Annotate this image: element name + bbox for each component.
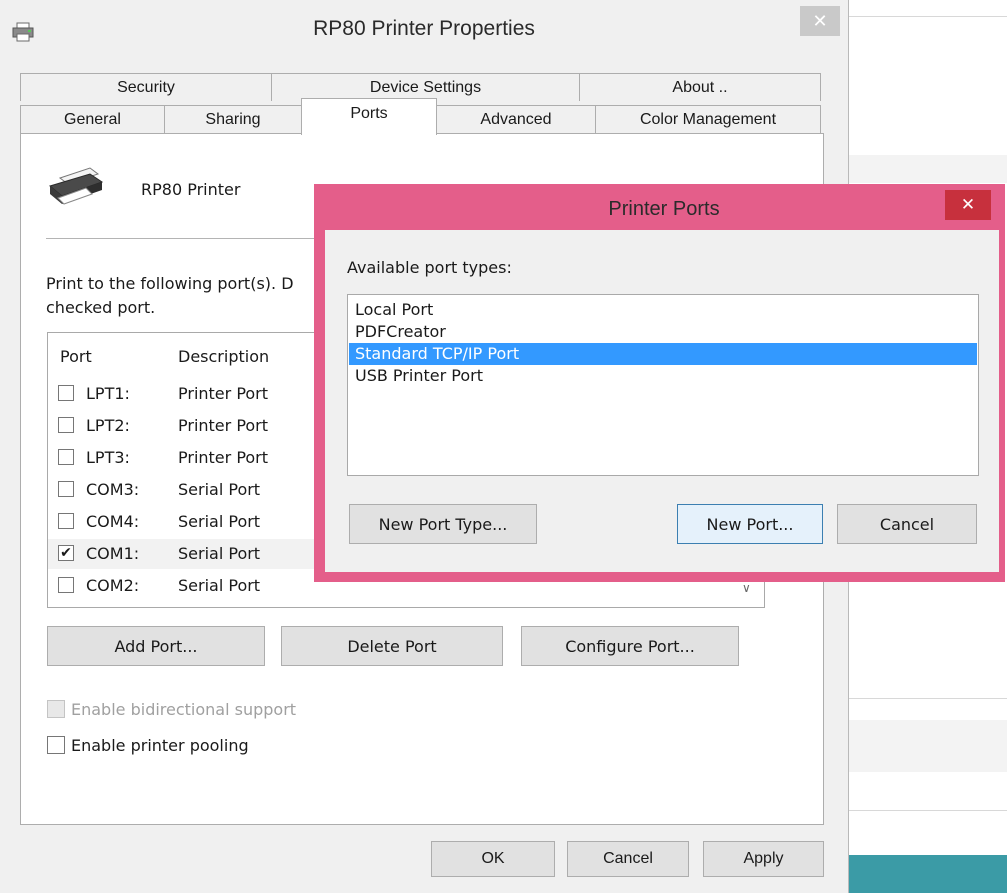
tab-color-management[interactable]: Color Management — [595, 105, 821, 133]
port-checkbox[interactable] — [58, 385, 74, 401]
pooling-checkbox[interactable] — [47, 736, 65, 754]
tab-device-settings[interactable]: Device Settings — [271, 73, 580, 101]
divider — [848, 16, 1007, 17]
column-header-description[interactable]: Description — [178, 347, 269, 366]
tab-sharing[interactable]: Sharing — [164, 105, 302, 133]
tab-general[interactable]: General — [20, 105, 165, 133]
printer-pooling-option[interactable]: Enable printer pooling — [47, 736, 249, 755]
port-description: Serial Port — [178, 480, 261, 499]
port-name: COM4: — [86, 512, 140, 531]
bidirectional-checkbox[interactable] — [47, 700, 65, 718]
port-name: COM3: — [86, 480, 140, 499]
port-instructions: Print to the following port(s). D checke… — [46, 272, 336, 320]
port-description: Serial Port — [178, 512, 261, 531]
apply-button[interactable]: Apply — [703, 841, 824, 877]
bidirectional-support-option[interactable]: Enable bidirectional support — [47, 700, 296, 719]
port-description: Serial Port — [178, 576, 261, 595]
bidirectional-label: Enable bidirectional support — [71, 700, 297, 719]
background-panel — [848, 155, 1007, 183]
port-name: COM2: — [86, 576, 140, 595]
port-checkbox[interactable] — [58, 513, 74, 529]
configure-port-button[interactable]: Configure Port... — [521, 626, 739, 666]
background-panel — [848, 720, 1007, 772]
tab-advanced[interactable]: Advanced — [436, 105, 596, 133]
ok-button[interactable]: OK — [431, 841, 555, 877]
title-bar[interactable]: RP80 Printer Properties ✕ — [0, 0, 848, 64]
dialog-body: Available port types: Local Port PDFCrea… — [325, 230, 999, 572]
printer-ports-dialog: Printer Ports ✕ Available port types: Lo… — [314, 184, 1005, 582]
port-name: COM1: — [86, 544, 140, 563]
column-header-port[interactable]: Port — [60, 347, 92, 366]
port-name: LPT2: — [86, 416, 130, 435]
port-description: Printer Port — [178, 448, 269, 467]
dialog-cancel-button[interactable]: Cancel — [837, 504, 977, 544]
new-port-button[interactable]: New Port... — [677, 504, 823, 544]
tab-about[interactable]: About .. — [579, 73, 821, 101]
port-description: Serial Port — [178, 544, 261, 563]
printer-name: RP80 Printer — [141, 180, 241, 199]
port-checkbox[interactable] — [58, 577, 74, 593]
port-types-label: Available port types: — [347, 258, 512, 277]
window-title: RP80 Printer Properties — [313, 17, 535, 40]
printer-icon — [48, 167, 104, 205]
divider — [848, 698, 1007, 699]
instructions-line: Print to the following port(s). D — [46, 274, 294, 293]
port-type-item[interactable]: USB Printer Port — [349, 365, 977, 387]
background-teal-strip — [848, 855, 1007, 893]
new-port-type-button[interactable]: New Port Type... — [349, 504, 537, 544]
divider — [848, 810, 1007, 811]
port-name: LPT1: — [86, 384, 130, 403]
cancel-button[interactable]: Cancel — [567, 841, 689, 877]
port-type-list[interactable]: Local Port PDFCreator Standard TCP/IP Po… — [347, 294, 979, 476]
port-type-item[interactable]: Local Port — [349, 299, 977, 321]
delete-port-button[interactable]: Delete Port — [281, 626, 503, 666]
tab-security[interactable]: Security — [20, 73, 272, 101]
port-type-item[interactable]: PDFCreator — [349, 321, 977, 343]
port-checkbox[interactable] — [58, 417, 74, 433]
scroll-down-icon[interactable]: ∨ — [742, 581, 751, 595]
instructions-line: checked port. — [46, 298, 156, 317]
port-type-item-selected[interactable]: Standard TCP/IP Port — [349, 343, 977, 365]
tab-ports[interactable]: Ports — [301, 98, 437, 135]
port-name: LPT3: — [86, 448, 130, 467]
close-icon[interactable]: ✕ — [800, 6, 840, 36]
dialog-title: Printer Ports — [608, 198, 720, 220]
port-checkbox[interactable] — [58, 449, 74, 465]
port-checkbox-checked[interactable]: ✔ — [58, 545, 74, 561]
port-description: Printer Port — [178, 384, 269, 403]
port-description: Printer Port — [178, 416, 269, 435]
add-port-button[interactable]: Add Port... — [47, 626, 265, 666]
pooling-label: Enable printer pooling — [71, 736, 249, 755]
close-icon[interactable]: ✕ — [945, 190, 991, 220]
port-checkbox[interactable] — [58, 481, 74, 497]
